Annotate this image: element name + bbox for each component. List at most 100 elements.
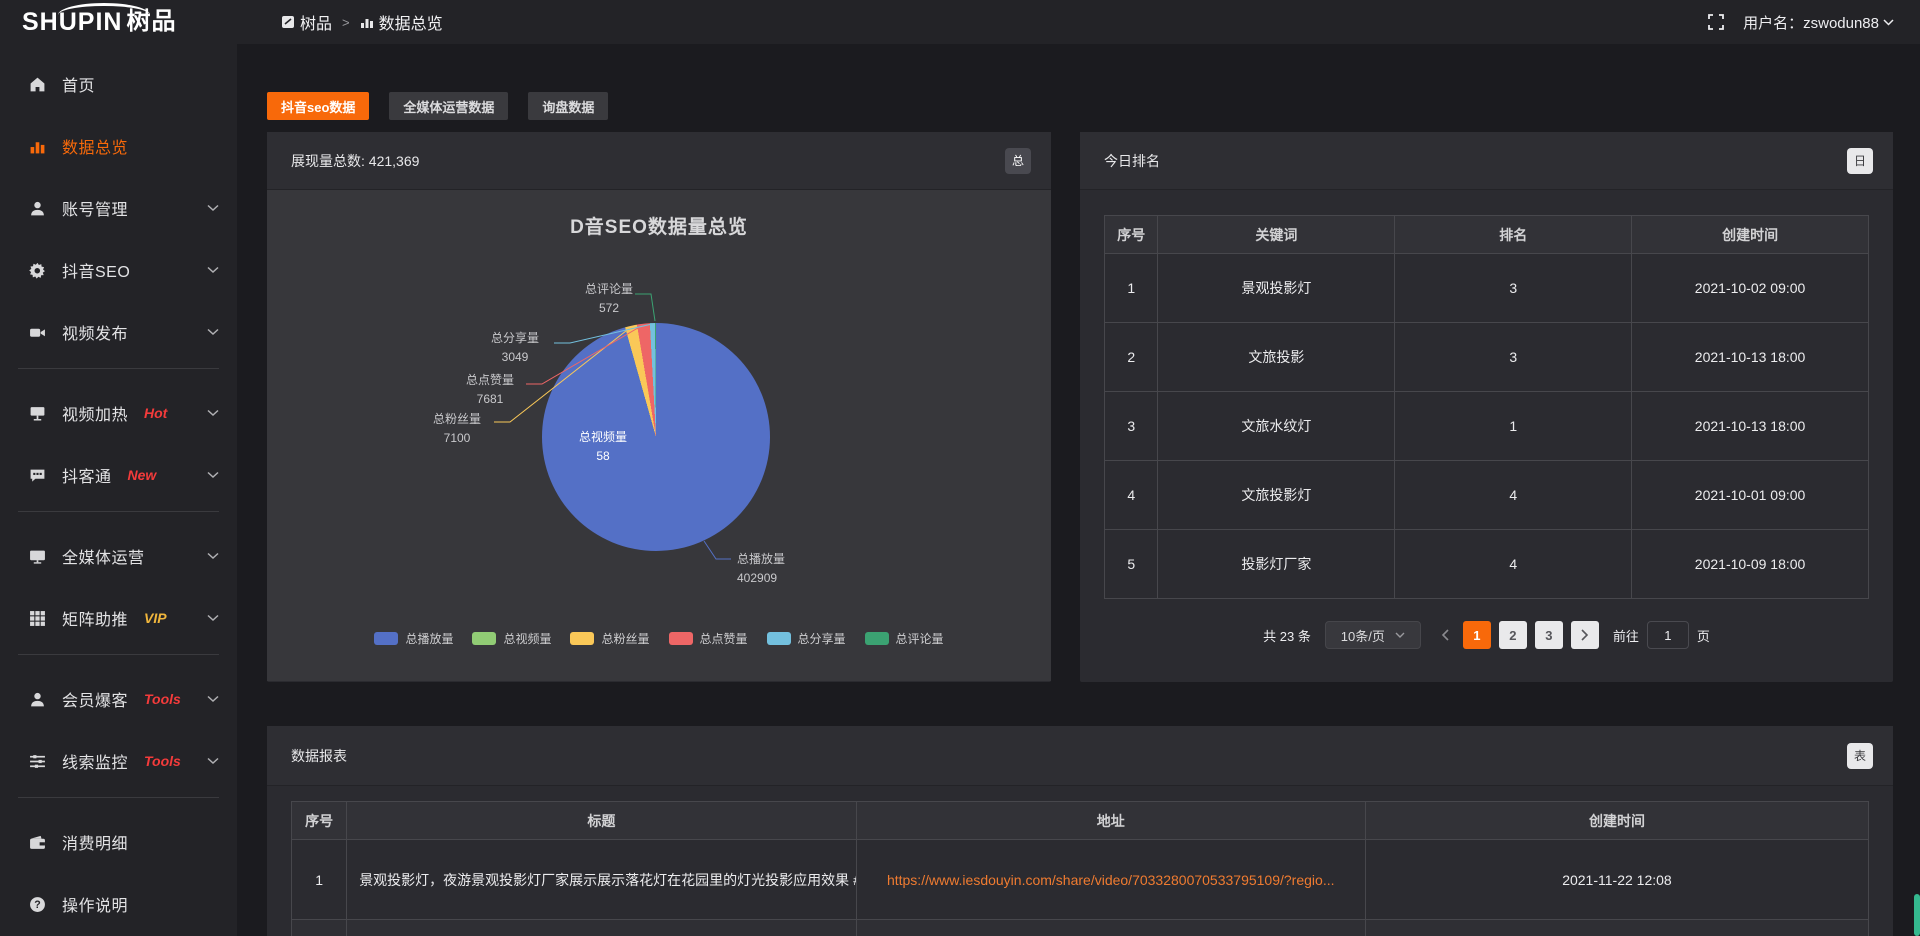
tab-douyin-seo[interactable]: 抖音seo数据 <box>267 92 369 120</box>
sidebar-item-label: 视频发布 <box>62 320 128 344</box>
chevron-down-icon <box>207 614 219 622</box>
table-row <box>292 920 1869 936</box>
legend-item[interactable]: 总评论量 <box>865 630 944 647</box>
goto-page-input[interactable] <box>1647 621 1689 649</box>
legend-swatch <box>669 632 693 645</box>
page-size-select[interactable]: 10条/页 <box>1325 621 1421 649</box>
monitor-icon <box>28 547 46 565</box>
table-row[interactable]: 5 投影灯厂家 4 2021-10-09 18:00 <box>1105 530 1869 599</box>
table-row[interactable]: 1 景观投影灯，夜游景观投影灯厂家展示展示落花灯在花园里的灯光投影应用效果 # … <box>292 840 1869 920</box>
chevron-down-icon <box>207 471 219 479</box>
chevron-down-icon <box>207 552 219 560</box>
sidebar-item-label: 抖音SEO <box>62 258 130 282</box>
sidebar-divider <box>18 654 219 655</box>
pie-label-fans: 总粉丝量7100 <box>422 410 492 448</box>
legend-item[interactable]: 总粉丝量 <box>570 630 649 647</box>
grid-icon <box>28 609 46 627</box>
legend-item[interactable]: 总分享量 <box>767 630 846 647</box>
wallet-icon <box>28 833 46 851</box>
table-row[interactable]: 3 文旅水纹灯 1 2021-10-13 18:00 <box>1105 392 1869 461</box>
legend-swatch <box>865 632 889 645</box>
table-row[interactable]: 1 景观投影灯 3 2021-10-02 09:00 <box>1105 254 1869 323</box>
sidebar-item-label: 操作说明 <box>62 892 128 916</box>
breadcrumb-item-current[interactable]: 数据总览 <box>360 10 443 34</box>
report-badge[interactable]: 表 <box>1847 743 1873 769</box>
sidebar-divider <box>18 368 219 369</box>
tab-inquiry[interactable]: 询盘数据 <box>528 92 608 120</box>
page-button-1[interactable]: 1 <box>1463 621 1491 649</box>
breadcrumb: 树品 > 数据总览 <box>281 10 443 34</box>
table-row[interactable]: 4 文旅投影灯 4 2021-10-01 09:00 <box>1105 461 1869 530</box>
pie-label-plays: 总播放量402909 <box>737 550 817 588</box>
chevron-down-icon <box>207 695 219 703</box>
pagination: 共 23 条 10条/页 1 2 3 <box>1104 621 1869 649</box>
sidebar-item-clue-monitor[interactable]: 线索监控 Tools <box>0 735 237 787</box>
next-page-button[interactable] <box>1571 621 1599 649</box>
ranking-table: 序号 关键词 排名 创建时间 1 景观投影灯 3 2021-10 <box>1104 215 1869 599</box>
home-icon <box>28 75 46 93</box>
sidebar-item-douyin-seo[interactable]: 抖音SEO <box>0 244 237 296</box>
sidebar-item-home[interactable]: 首页 <box>0 58 237 110</box>
overview-badge[interactable]: 总 <box>1005 148 1031 174</box>
overview-total-label: 展现量总数: 421,369 <box>291 151 419 171</box>
screen-icon <box>28 404 46 422</box>
sidebar-item-media-operation[interactable]: 全媒体运营 <box>0 530 237 582</box>
column-header: 创建时间 <box>1632 216 1869 254</box>
bar-chart-icon <box>360 15 374 29</box>
pagination-total: 共 23 条 <box>1263 626 1311 645</box>
sidebar-item-video-publish[interactable]: 视频发布 <box>0 306 237 358</box>
user-menu[interactable]: 用户名：zswodun88 <box>1743 12 1894 33</box>
breadcrumb-separator: > <box>342 15 350 30</box>
column-header: 地址 <box>856 802 1365 840</box>
sliders-icon <box>28 752 46 770</box>
sidebar-item-label: 抖客通 <box>62 463 112 487</box>
app-icon <box>281 15 295 29</box>
sidebar-item-label: 消费明细 <box>62 830 128 854</box>
tab-media-operation[interactable]: 全媒体运营数据 <box>389 92 508 120</box>
pie-label-comments: 总评论量572 <box>574 280 644 318</box>
legend-item[interactable]: 总视频量 <box>472 630 551 647</box>
sidebar-item-account[interactable]: 账号管理 <box>0 182 237 234</box>
chevron-down-icon <box>207 757 219 765</box>
page-button-2[interactable]: 2 <box>1499 621 1527 649</box>
sidebar-item-video-heat[interactable]: 视频加热 Hot <box>0 387 237 439</box>
sidebar-item-douketong[interactable]: 抖客通 New <box>0 449 237 501</box>
sidebar-item-label: 线索监控 <box>62 749 128 773</box>
sidebar-item-consumption[interactable]: 消费明细 <box>0 816 237 868</box>
legend-item[interactable]: 总点赞量 <box>669 630 748 647</box>
column-header: 关键词 <box>1158 216 1395 254</box>
goto-suffix: 页 <box>1697 626 1710 645</box>
sidebar-item-instructions[interactable]: ? 操作说明 <box>0 878 237 930</box>
prev-page-button[interactable] <box>1435 629 1455 641</box>
page-scrollbar-thumb[interactable] <box>1914 894 1920 936</box>
ranking-badge[interactable]: 日 <box>1847 148 1873 174</box>
chart-legend: 总播放量 总视频量 总粉丝量 总点赞量 <box>267 630 1051 647</box>
legend-swatch <box>570 632 594 645</box>
video-camera-icon <box>28 323 46 341</box>
logo[interactable]: SHUPIN 树品 <box>0 0 237 44</box>
sidebar-item-label: 账号管理 <box>62 196 128 220</box>
ranking-panel: 今日排名 日 序号 关键词 排名 创建时间 <box>1080 132 1893 682</box>
column-header: 排名 <box>1395 216 1632 254</box>
column-header: 序号 <box>292 802 347 840</box>
fullscreen-icon[interactable] <box>1707 13 1725 31</box>
sidebar-divider <box>18 797 219 798</box>
video-link[interactable]: https://www.iesdouyin.com/share/video/70… <box>856 840 1365 920</box>
sidebar-item-matrix-boost[interactable]: 矩阵助推 VIP <box>0 592 237 644</box>
legend-item[interactable]: 总播放量 <box>374 630 453 647</box>
chevron-down-icon <box>207 204 219 212</box>
tools-badge: Tools <box>144 691 181 707</box>
chevron-down-icon <box>207 328 219 336</box>
table-row[interactable]: 2 文旅投影 3 2021-10-13 18:00 <box>1105 323 1869 392</box>
column-header: 标题 <box>347 802 856 840</box>
pie-label-videos: 总视频量58 <box>568 428 638 466</box>
chevron-down-icon <box>1883 19 1894 26</box>
sidebar-item-member[interactable]: 会员爆客 Tools <box>0 673 237 725</box>
chat-icon <box>28 466 46 484</box>
svg-text:?: ? <box>34 899 40 911</box>
sidebar-item-data-overview[interactable]: 数据总览 <box>0 120 237 172</box>
page-button-3[interactable]: 3 <box>1535 621 1563 649</box>
overview-panel: 展现量总数: 421,369 总 D音SEO数据量总览 总评论量572 <box>267 132 1051 682</box>
breadcrumb-item-home[interactable]: 树品 <box>281 10 332 34</box>
pie-label-shares: 总分享量3049 <box>480 329 550 367</box>
